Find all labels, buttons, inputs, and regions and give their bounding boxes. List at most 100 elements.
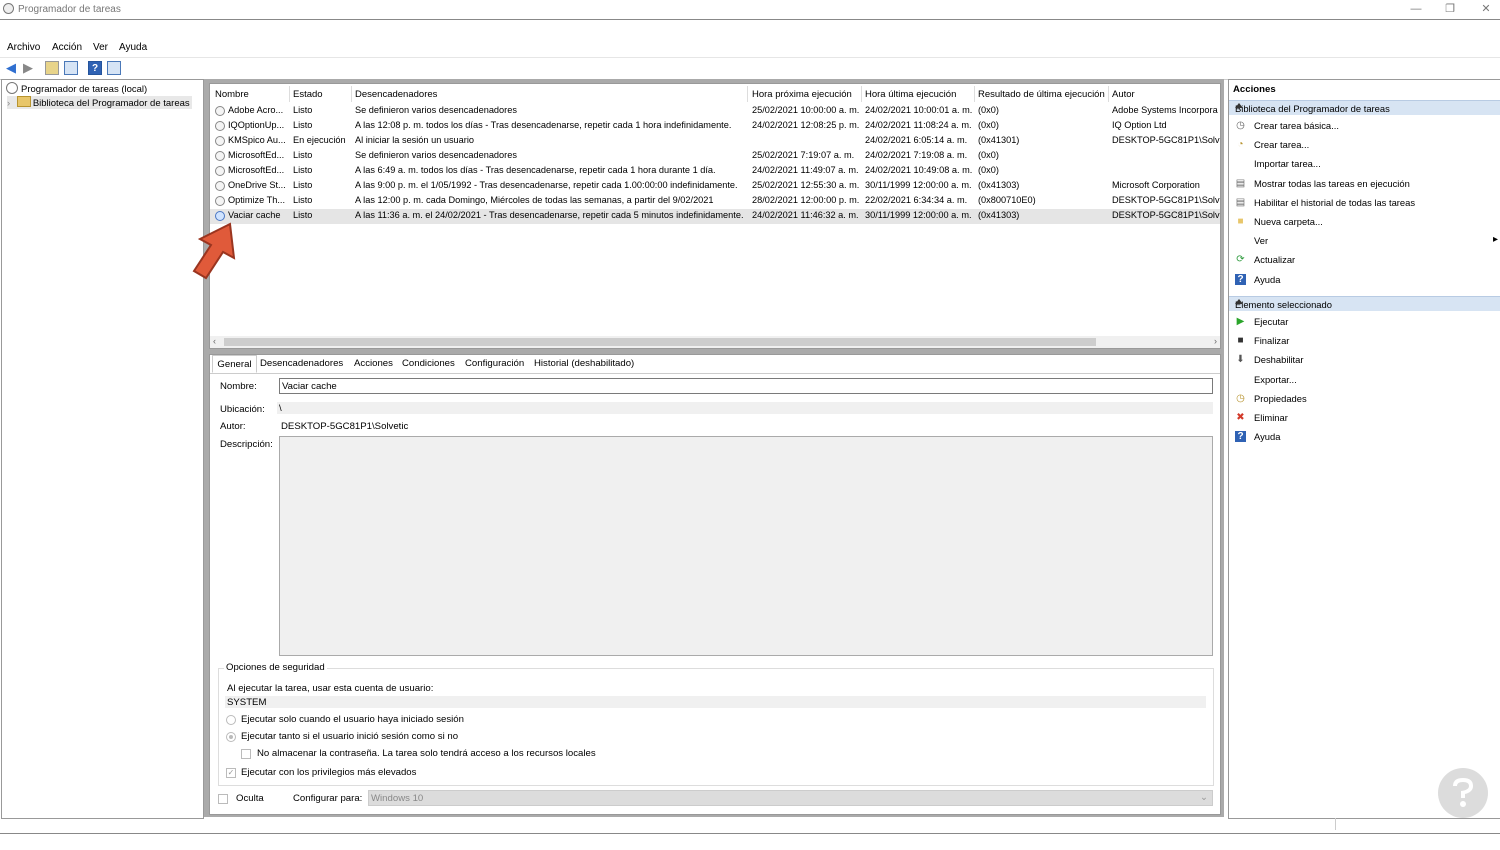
disable-icon: ⬇ xyxy=(1236,354,1245,366)
cell-next: 28/02/2021 12:00:00 p. m. xyxy=(752,195,860,205)
help-icon[interactable]: ? xyxy=(88,61,102,75)
description-field[interactable] xyxy=(279,436,1213,656)
checkbox-hidden[interactable] xyxy=(218,794,228,804)
toolbar: ◀ ▶ ? xyxy=(0,57,1500,80)
action-item[interactable]: ? Ayuda xyxy=(1229,272,1500,290)
checkbox-no-store-password[interactable] xyxy=(241,749,251,759)
column-header-last-result[interactable]: Resultado de última ejecución xyxy=(978,89,1105,100)
collapse-caret-icon[interactable] xyxy=(1235,299,1243,304)
task-detail-pane: General Desencadenadores Acciones Condic… xyxy=(209,354,1221,815)
action-item[interactable]: Importar tarea... xyxy=(1229,156,1500,174)
view-icon xyxy=(1235,235,1246,246)
cell-trigger: A las 6:49 a. m. todos los días - Tras d… xyxy=(355,165,716,175)
tab-conditions[interactable]: Condiciones xyxy=(402,358,455,369)
action-label: Eliminar xyxy=(1254,412,1288,423)
running-tasks-icon: ▤ xyxy=(1235,177,1246,189)
column-divider[interactable] xyxy=(861,86,862,102)
restore-button[interactable]: ❐ xyxy=(1430,1,1470,18)
cell-last: 24/02/2021 6:05:14 a. m. xyxy=(865,135,968,145)
action-item[interactable]: ⟳ Actualizar xyxy=(1229,252,1500,270)
scroll-left-icon[interactable]: ‹ xyxy=(213,336,216,346)
section-library-header[interactable]: Biblioteca del Programador de tareas xyxy=(1229,100,1500,115)
checkbox-highest-privileges[interactable]: ✓ xyxy=(226,768,236,778)
close-button[interactable]: ✕ xyxy=(1466,1,1500,18)
column-divider[interactable] xyxy=(289,86,290,102)
table-row[interactable]: Optimize Th... Listo A las 12:00 p. m. cad… xyxy=(210,194,1220,209)
column-header-next-run[interactable]: Hora próxima ejecución xyxy=(752,89,852,100)
collapse-caret-icon[interactable] xyxy=(1235,103,1243,108)
scrollbar-thumb[interactable] xyxy=(224,338,1096,346)
cell-state: Listo xyxy=(293,195,313,205)
cell-result: (0x800710E0) xyxy=(978,195,1036,205)
table-row[interactable]: Adobe Acro... Listo Se definieron varios d… xyxy=(210,104,1220,119)
column-divider[interactable] xyxy=(747,86,748,102)
action-item[interactable]: Exportar... xyxy=(1229,372,1500,390)
action-item[interactable]: ▤ Mostrar todas las tareas en ejecución xyxy=(1229,176,1500,194)
scroll-right-icon[interactable]: › xyxy=(1214,336,1217,346)
column-header-author[interactable]: Autor xyxy=(1112,89,1135,100)
section-selected-header[interactable]: Elemento seleccionado xyxy=(1229,296,1500,311)
show-hide-tree-icon[interactable] xyxy=(64,61,78,75)
table-row[interactable]: Vaciar cache Listo A las 11:36 a. m. el 24… xyxy=(210,209,1220,224)
action-item[interactable]: ? Ayuda xyxy=(1229,429,1500,447)
column-divider[interactable] xyxy=(1108,86,1109,102)
menu-ayuda[interactable]: Ayuda xyxy=(119,42,147,53)
tab-history[interactable]: Historial (deshabilitado) xyxy=(534,358,634,369)
radio-run-whether-logged-on[interactable] xyxy=(226,732,236,742)
cell-state: Listo xyxy=(293,150,313,160)
cell-state: Listo xyxy=(293,165,313,175)
table-row[interactable]: MicrosoftEd... Listo Se definieron varios … xyxy=(210,149,1220,164)
up-folder-icon[interactable] xyxy=(45,61,59,75)
configure-for-select[interactable]: Windows 10 ⌄ xyxy=(368,790,1213,806)
table-row[interactable]: IQOptionUp... Listo A las 12:08 p. m. todo… xyxy=(210,119,1220,134)
column-divider[interactable] xyxy=(974,86,975,102)
table-row[interactable]: MicrosoftEd... Listo A las 6:49 a. m. todo… xyxy=(210,164,1220,179)
column-header-name[interactable]: Nombre xyxy=(215,89,249,100)
cell-author: DESKTOP-5GC81P1\Solvet xyxy=(1112,135,1220,145)
action-item[interactable]: ■ Finalizar xyxy=(1229,333,1500,351)
action-item[interactable]: Ver ▸ xyxy=(1229,233,1500,251)
tab-settings[interactable]: Configuración xyxy=(465,358,524,369)
action-item[interactable]: ▶ Ejecutar xyxy=(1229,314,1500,332)
table-row[interactable]: OneDrive St... Listo A las 9:00 p. m. el 1… xyxy=(210,179,1220,194)
cell-name: OneDrive St... xyxy=(228,180,286,190)
radio-run-only-logged-on-label: Ejecutar solo cuando el usuario haya ini… xyxy=(241,714,464,725)
action-item[interactable]: ◷ Propiedades xyxy=(1229,391,1500,409)
action-item[interactable]: ■ Nueva carpeta... xyxy=(1229,214,1500,232)
radio-run-only-logged-on[interactable] xyxy=(226,715,236,725)
tab-triggers[interactable]: Desencadenadores xyxy=(260,358,343,369)
action-item[interactable]: ◷ Crear tarea básica... xyxy=(1229,118,1500,136)
no-store-password-label: No almacenar la contraseña. La tarea sol… xyxy=(257,748,596,759)
show-action-pane-icon[interactable] xyxy=(107,61,121,75)
action-item[interactable]: ◔ Crear tarea... xyxy=(1229,137,1500,155)
action-item[interactable]: ⬇ Deshabilitar xyxy=(1229,352,1500,370)
submenu-chevron-icon: ▸ xyxy=(1492,234,1498,246)
tree-item-library[interactable]: › Biblioteca del Programador de tareas xyxy=(7,96,192,109)
tree-root[interactable]: Programador de tareas (local) xyxy=(6,82,147,95)
table-row[interactable]: KMSpico Au... En ejecución Al iniciar la s… xyxy=(210,134,1220,149)
delete-icon: ✖ xyxy=(1236,412,1245,423)
back-arrow-icon[interactable]: ◀ xyxy=(4,61,18,75)
tab-actions[interactable]: Acciones xyxy=(354,358,393,369)
cell-name: IQOptionUp... xyxy=(228,120,285,130)
column-header-triggers[interactable]: Desencadenadores xyxy=(355,89,437,100)
menu-ver[interactable]: Ver xyxy=(93,42,108,53)
action-item[interactable]: ▤ Habilitar el historial de todas las tar… xyxy=(1229,195,1500,213)
tab-general[interactable]: General xyxy=(212,355,257,373)
cell-last: 24/02/2021 10:49:08 a. m. xyxy=(865,165,973,175)
menu-archivo[interactable]: Archivo xyxy=(7,42,40,53)
action-label: Ver xyxy=(1254,235,1269,247)
forward-arrow-icon[interactable]: ▶ xyxy=(21,61,35,75)
menu-accion[interactable]: Acción xyxy=(52,42,82,53)
horizontal-scrollbar[interactable]: ‹ › xyxy=(210,336,1220,348)
action-item[interactable]: ✖ Eliminar xyxy=(1229,410,1500,428)
cell-trigger: Se definieron varios desencadenadores xyxy=(355,105,517,115)
column-header-state[interactable]: Estado xyxy=(293,89,323,100)
cell-next: 25/02/2021 12:55:30 a. m. xyxy=(752,180,860,190)
new-folder-icon: ■ xyxy=(1237,216,1244,227)
column-divider[interactable] xyxy=(351,86,352,102)
task-name-field[interactable]: Vaciar cache xyxy=(279,378,1213,394)
cell-author: IQ Option Ltd xyxy=(1112,120,1167,130)
column-header-last-run[interactable]: Hora última ejecución xyxy=(865,89,956,100)
action-label: Actualizar xyxy=(1254,254,1296,266)
